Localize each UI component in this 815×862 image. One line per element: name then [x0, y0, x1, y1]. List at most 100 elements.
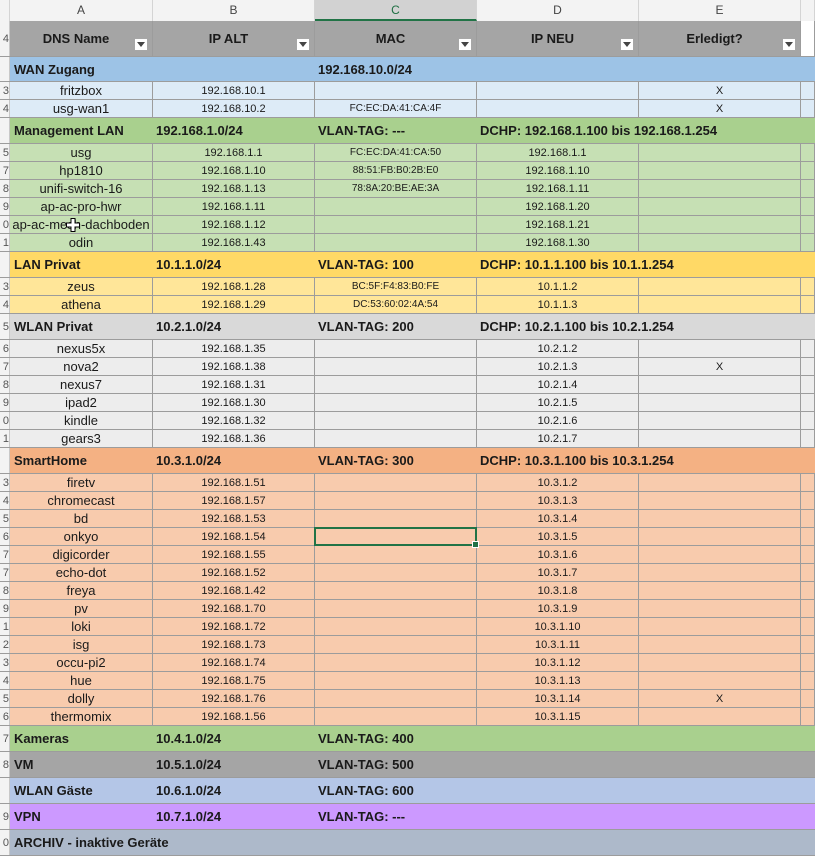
row-number[interactable]: 9: [0, 394, 10, 411]
erledigt-cell[interactable]: [639, 430, 801, 447]
erledigt-cell[interactable]: [639, 618, 801, 635]
erledigt-cell[interactable]: X: [639, 100, 801, 117]
section-info[interactable]: VLAN-TAG: ---: [318, 118, 405, 143]
column-header-f[interactable]: [801, 0, 815, 21]
ip-neu-cell[interactable]: 10.3.1.10: [477, 618, 639, 635]
ip-neu-cell[interactable]: 10.3.1.5: [477, 528, 639, 545]
empty-cell[interactable]: [801, 234, 815, 251]
empty-cell[interactable]: [801, 672, 815, 689]
empty-cell[interactable]: [801, 510, 815, 527]
dns-name-cell[interactable]: bd: [10, 510, 153, 527]
section-info[interactable]: VLAN-TAG: 100: [318, 252, 414, 277]
row-number[interactable]: 3: [0, 654, 10, 671]
empty-cell[interactable]: [801, 216, 815, 233]
ip-neu-cell[interactable]: 10.3.1.15: [477, 708, 639, 725]
dns-name-cell[interactable]: kindle: [10, 412, 153, 429]
ip-neu-cell[interactable]: 192.168.1.30: [477, 234, 639, 251]
erledigt-cell[interactable]: [639, 180, 801, 197]
row-number[interactable]: 2: [0, 636, 10, 653]
ip-alt-cell[interactable]: 192.168.1.30: [153, 394, 315, 411]
column-header-b[interactable]: B: [153, 0, 315, 21]
mac-cell[interactable]: [315, 528, 477, 545]
header-cell[interactable]: MAC: [315, 21, 477, 56]
erledigt-cell[interactable]: [639, 636, 801, 653]
dns-name-cell[interactable]: isg: [10, 636, 153, 653]
ip-alt-cell[interactable]: 192.168.1.42: [153, 582, 315, 599]
erledigt-cell[interactable]: [639, 600, 801, 617]
empty-cell[interactable]: [801, 546, 815, 563]
section-info[interactable]: VLAN-TAG: 500: [318, 752, 414, 777]
ip-alt-cell[interactable]: 192.168.1.29: [153, 296, 315, 313]
erledigt-cell[interactable]: X: [639, 358, 801, 375]
dns-name-cell[interactable]: usg: [10, 144, 153, 161]
row-number[interactable]: [0, 778, 10, 803]
dns-name-cell[interactable]: ipad2: [10, 394, 153, 411]
empty-cell[interactable]: [801, 636, 815, 653]
mac-cell[interactable]: [315, 394, 477, 411]
empty-cell[interactable]: [801, 162, 815, 179]
erledigt-cell[interactable]: [639, 216, 801, 233]
select-all-corner[interactable]: [0, 0, 10, 21]
ip-neu-cell[interactable]: 10.2.1.5: [477, 394, 639, 411]
row-number[interactable]: 1: [0, 430, 10, 447]
section-title[interactable]: LAN Privat: [14, 252, 80, 277]
filter-dropdown-button[interactable]: [620, 38, 634, 51]
empty-cell[interactable]: [801, 582, 815, 599]
row-number[interactable]: 9: [0, 600, 10, 617]
ip-neu-cell[interactable]: 10.2.1.7: [477, 430, 639, 447]
erledigt-cell[interactable]: [639, 296, 801, 313]
column-header-a[interactable]: A: [10, 0, 153, 21]
ip-neu-cell[interactable]: 10.3.1.4: [477, 510, 639, 527]
section-info[interactable]: 10.4.1.0/24: [156, 726, 221, 751]
dns-name-cell[interactable]: fritzbox: [10, 82, 153, 99]
row-number[interactable]: [0, 118, 10, 143]
column-header-d[interactable]: D: [477, 0, 639, 21]
mac-cell[interactable]: 88:51:FB:B0:2B:E0: [315, 162, 477, 179]
erledigt-cell[interactable]: X: [639, 690, 801, 707]
row-number[interactable]: 6: [0, 340, 10, 357]
erledigt-cell[interactable]: [639, 412, 801, 429]
section-title[interactable]: VM: [14, 752, 34, 777]
mac-cell[interactable]: BC:5F:F4:83:B0:FE: [315, 278, 477, 295]
ip-alt-cell[interactable]: 192.168.10.1: [153, 82, 315, 99]
ip-alt-cell[interactable]: 192.168.1.51: [153, 474, 315, 491]
dns-name-cell[interactable]: chromecast: [10, 492, 153, 509]
ip-neu-cell[interactable]: 10.1.1.2: [477, 278, 639, 295]
erledigt-cell[interactable]: [639, 376, 801, 393]
section-title[interactable]: WLAN Privat: [14, 314, 93, 339]
section-info[interactable]: VLAN-TAG: 300: [318, 448, 414, 473]
dns-name-cell[interactable]: ap-ac-pro-hwr: [10, 198, 153, 215]
ip-alt-cell[interactable]: 192.168.1.38: [153, 358, 315, 375]
mac-cell[interactable]: [315, 582, 477, 599]
erledigt-cell[interactable]: [639, 564, 801, 581]
erledigt-cell[interactable]: [639, 528, 801, 545]
ip-alt-cell[interactable]: 192.168.10.2: [153, 100, 315, 117]
ip-alt-cell[interactable]: 192.168.1.75: [153, 672, 315, 689]
erledigt-cell[interactable]: [639, 672, 801, 689]
empty-cell[interactable]: [801, 82, 815, 99]
row-number[interactable]: 9: [0, 804, 10, 829]
ip-neu-cell[interactable]: [477, 82, 639, 99]
empty-cell[interactable]: [801, 654, 815, 671]
ip-neu-cell[interactable]: 10.3.1.9: [477, 600, 639, 617]
empty-cell[interactable]: [801, 412, 815, 429]
row-number[interactable]: 0: [0, 830, 10, 855]
dns-name-cell[interactable]: nexus5x: [10, 340, 153, 357]
ip-alt-cell[interactable]: 192.168.1.53: [153, 510, 315, 527]
row-number[interactable]: [0, 252, 10, 277]
ip-alt-cell[interactable]: 192.168.1.35: [153, 340, 315, 357]
mac-cell[interactable]: [315, 492, 477, 509]
ip-neu-cell[interactable]: 10.3.1.7: [477, 564, 639, 581]
empty-cell[interactable]: [801, 708, 815, 725]
erledigt-cell[interactable]: [639, 162, 801, 179]
empty-cell[interactable]: [801, 296, 815, 313]
section-info[interactable]: 192.168.10.0/24: [318, 57, 412, 81]
row-number[interactable]: 9: [0, 198, 10, 215]
ip-alt-cell[interactable]: 192.168.1.36: [153, 430, 315, 447]
erledigt-cell[interactable]: [639, 708, 801, 725]
empty-cell[interactable]: [801, 278, 815, 295]
ip-neu-cell[interactable]: 192.168.1.1: [477, 144, 639, 161]
ip-neu-cell[interactable]: 192.168.1.21: [477, 216, 639, 233]
section-info[interactable]: 10.3.1.0/24: [156, 448, 221, 473]
erledigt-cell[interactable]: [639, 654, 801, 671]
